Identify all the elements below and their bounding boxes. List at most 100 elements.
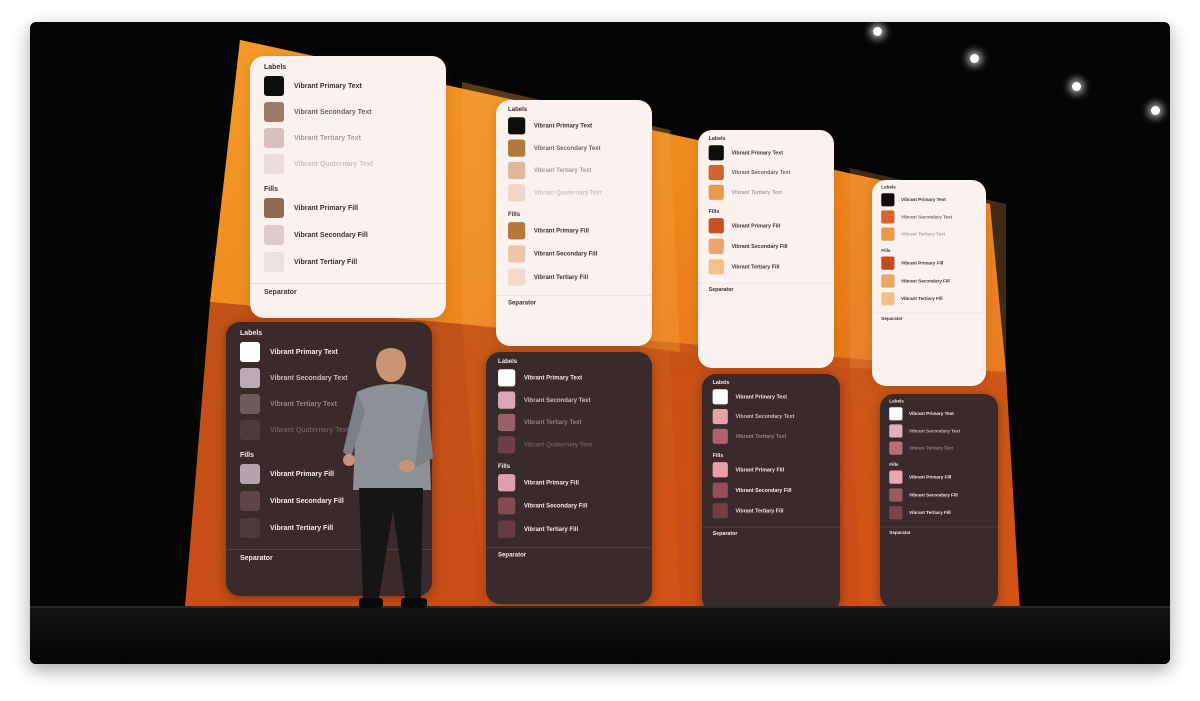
section-heading-fills: Fills	[508, 211, 521, 218]
fill-name: Vibrant Secondary Fill	[901, 278, 950, 284]
section-heading-fills: Fills	[889, 462, 899, 468]
fill-row: Vibrant Primary Fill	[508, 222, 589, 240]
fill-row: Vibrant Secondary Fill	[498, 497, 588, 515]
label-row: Vibrant Tertiary Text	[498, 413, 581, 432]
fill-row: Vibrant Secondary Fill	[889, 488, 958, 502]
fill-name: Vibrant Tertiary Fill	[731, 264, 780, 270]
fill-row: Vibrant Secondary Fill	[881, 274, 950, 288]
section-heading-separator: Separator	[881, 316, 903, 322]
color-swatch	[881, 227, 895, 241]
color-swatch	[708, 218, 724, 234]
color-swatch	[881, 256, 895, 270]
separator-line	[880, 526, 998, 528]
label-name: Vibrant Tertiary Text	[270, 400, 337, 408]
fill-row: Vibrant Primary Fill	[498, 474, 579, 492]
label-row: Vibrant Quaternary Text	[498, 436, 592, 454]
label-name: Vibrant Secondary Text	[523, 397, 591, 404]
color-swatch	[712, 482, 728, 498]
color-swatch	[712, 408, 728, 425]
color-swatch	[881, 193, 895, 207]
label-name: Vibrant Quaternary Text	[533, 189, 602, 196]
color-swatch	[498, 436, 516, 454]
fill-row: Vibrant Secondary Fill	[708, 238, 788, 254]
label-row: Vibrant Tertiary Text	[264, 128, 361, 148]
section-heading-separator: Separator	[889, 530, 911, 536]
section-heading-labels: Labels	[889, 399, 904, 404]
photo-frame: Labels Vibrant Primary Text Vibrant Second…	[30, 22, 1170, 664]
color-swatch	[240, 368, 260, 388]
label-row: Vibrant Secondary Text	[264, 102, 372, 122]
label-row: Vibrant Primary Text	[712, 389, 787, 405]
color-swatch	[240, 394, 260, 414]
label-name: Vibrant Tertiary Text	[735, 433, 787, 439]
fill-name: Vibrant Tertiary Fill	[533, 274, 589, 281]
separator-line	[698, 282, 834, 284]
color-swatch	[889, 441, 903, 455]
label-name: Vibrant Primary Text	[270, 348, 338, 356]
section-heading-fills: Fills	[264, 186, 279, 193]
color-swatch	[508, 245, 526, 263]
color-swatch	[508, 184, 526, 202]
label-name: Vibrant Quaternary Text	[523, 441, 592, 448]
fill-name: Vibrant Secondary Fill	[270, 497, 344, 505]
fill-row: Vibrant Primary Fill	[881, 256, 943, 270]
fill-row: Vibrant Primary Fill	[264, 198, 358, 218]
palette-card-light-3: Labels Vibrant Primary Text Vibrant Second…	[698, 130, 834, 368]
label-row: Vibrant Tertiary Text	[240, 394, 337, 414]
label-name: Vibrant Secondary Text	[533, 145, 601, 152]
label-row: Vibrant Quaternary Text	[264, 154, 373, 174]
fill-row: Vibrant Primary Fill	[889, 470, 951, 484]
label-name: Vibrant Primary Text	[523, 374, 583, 381]
separator-line	[702, 526, 840, 528]
fill-row: Vibrant Tertiary Fill	[508, 268, 589, 286]
label-name: Vibrant Primary Text	[533, 122, 593, 129]
label-row: Vibrant Primary Text	[708, 145, 783, 161]
fill-row: Vibrant Secondary Fill	[240, 491, 344, 511]
section-heading-fills: Fills	[881, 248, 891, 254]
fill-name: Vibrant Primary Fill	[735, 467, 785, 473]
section-heading-separator: Separator	[708, 287, 734, 293]
section-heading-separator: Separator	[712, 531, 738, 537]
label-row: Vibrant Primary Text	[889, 407, 954, 421]
separator-line	[496, 295, 652, 297]
section-heading-fills: Fills	[498, 463, 511, 470]
section-heading-separator: Separator	[498, 552, 527, 559]
fill-name: Vibrant Primary Fill	[270, 470, 335, 478]
fill-row: Vibrant Primary Fill	[708, 218, 781, 234]
color-swatch	[712, 503, 728, 519]
fill-row: Vibrant Secondary Fill	[712, 482, 792, 498]
label-row: Vibrant Tertiary Text	[708, 184, 783, 200]
fill-row: Vibrant Tertiary Fill	[498, 520, 579, 538]
label-row: Vibrant Primary Text	[264, 76, 362, 96]
color-swatch	[708, 184, 724, 200]
label-row: Vibrant Secondary Text	[881, 210, 952, 224]
label-row: Vibrant Quaternary Text	[240, 420, 349, 440]
separator-line	[250, 283, 446, 284]
fill-name: Vibrant Secondary Fill	[533, 250, 598, 257]
label-row: Vibrant Secondary Text	[508, 139, 601, 157]
fill-name: Vibrant Secondary Fill	[735, 487, 792, 493]
palette-card-light-2: Labels Vibrant Primary Text Vibrant Second…	[496, 100, 652, 346]
section-heading-labels: Labels	[708, 136, 726, 142]
fill-name: Vibrant Primary Fill	[731, 223, 781, 229]
palette-card-dark-2: Labels Vibrant Primary Text Vibrant Second…	[486, 352, 652, 604]
fill-name: Vibrant Tertiary Fill	[270, 524, 334, 532]
section-heading-labels: Labels	[240, 330, 263, 337]
color-swatch	[508, 117, 526, 135]
color-swatch	[498, 520, 516, 538]
color-swatch	[708, 259, 724, 275]
color-swatch	[498, 413, 516, 432]
fill-name: Vibrant Primary Fill	[523, 479, 579, 486]
fill-row: Vibrant Secondary Fill	[508, 245, 598, 263]
label-row: Vibrant Primary Text	[508, 117, 593, 135]
fill-name: Vibrant Secondary Fill	[523, 502, 588, 509]
fill-name: Vibrant Tertiary Fill	[523, 526, 579, 533]
label-name: Vibrant Tertiary Text	[731, 189, 783, 195]
color-swatch	[264, 102, 284, 122]
section-heading-fills: Fills	[712, 453, 724, 459]
fill-name: Vibrant Tertiary Fill	[735, 508, 784, 514]
label-name: Vibrant Quaternary Text	[294, 160, 374, 168]
section-heading-labels: Labels	[881, 185, 896, 190]
label-name: Vibrant Primary Text	[294, 82, 362, 90]
label-name: Vibrant Primary Text	[901, 197, 946, 203]
